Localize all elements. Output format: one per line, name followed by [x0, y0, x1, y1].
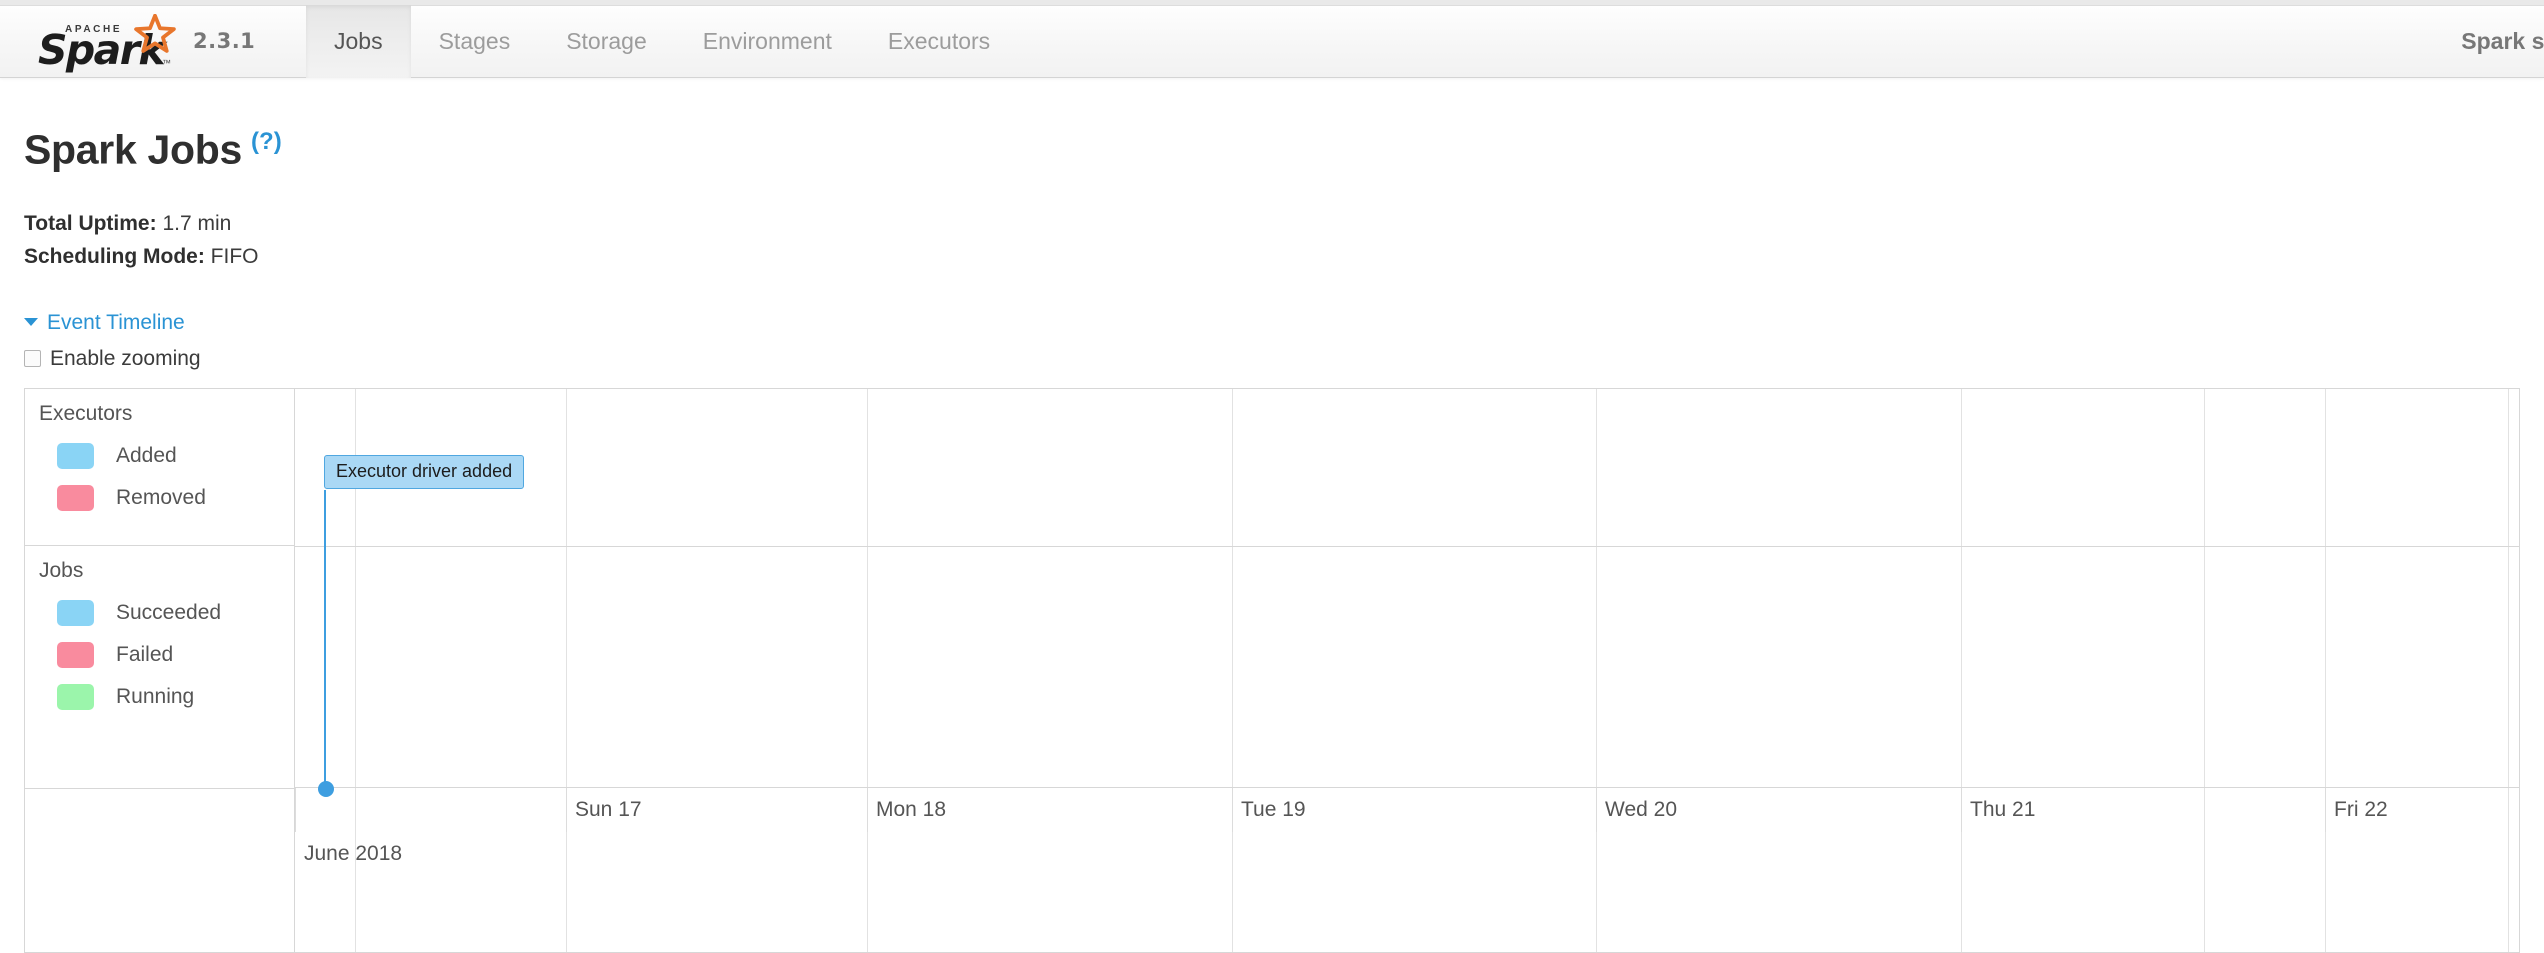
event-timeline-toggle[interactable]: Event Timeline	[24, 311, 185, 334]
axis-label-sun-17: Sun 17	[575, 797, 642, 821]
timeline-axis: Sun 17 Mon 18 Tue 19 Wed 20 Thu 21 Fri 2…	[295, 786, 2519, 952]
event-timeline-toggle-label: Event Timeline	[47, 310, 185, 334]
scheduling-mode-label: Scheduling Mode:	[24, 244, 205, 268]
axis-label-month: June 2018	[304, 841, 403, 865]
enable-zooming-row: Enable zooming	[24, 347, 2544, 371]
axis-label-wed-20: Wed 20	[1605, 797, 1677, 821]
timeline-event-executor-driver-added[interactable]: Executor driver added	[324, 454, 525, 489]
legend-item-job-running: Running	[39, 676, 294, 718]
total-uptime-value: 1.7 min	[162, 211, 232, 235]
tab-jobs[interactable]: Jobs	[306, 5, 411, 78]
legend-label-running: Running	[116, 684, 195, 708]
legend-group-jobs: Jobs Succeeded Failed Running	[25, 546, 294, 789]
page-title-text: Spark Jobs	[24, 126, 243, 173]
enable-zooming-label: Enable zooming	[50, 346, 201, 370]
legend-item-executor-removed: Removed	[39, 477, 294, 519]
event-timeline-toggle-row: Event Timeline	[24, 311, 2544, 335]
axis-label-fri-22: Fri 22	[2334, 797, 2388, 821]
timeline-grid-area: Executor driver added Sun 17 Mon 18 Tue …	[295, 388, 2519, 952]
tab-executors[interactable]: Executors	[860, 5, 1018, 78]
spark-logo-link[interactable]: APACHE Spark ™ 2.3.1	[38, 13, 255, 71]
event-timeline-chart[interactable]: Executor driver added Sun 17 Mon 18 Tue …	[24, 387, 2520, 953]
scheduling-mode-row: Scheduling Mode: FIFO	[24, 240, 2544, 273]
swatch-added-icon	[57, 442, 94, 469]
page-content: Spark Jobs (?) Total Uptime: 1.7 min Sche…	[0, 78, 2544, 953]
logo-tm-text: ™	[162, 58, 171, 68]
legend-label-added: Added	[116, 443, 177, 467]
enable-zooming-checkbox[interactable]	[24, 350, 41, 368]
application-name: Spark shell	[2461, 28, 2544, 54]
legend-label-succeeded: Succeeded	[116, 600, 222, 624]
row-separator	[295, 545, 2519, 547]
total-uptime-label: Total Uptime:	[24, 211, 157, 235]
spark-logo: APACHE Spark ™	[38, 14, 183, 71]
caret-down-icon	[24, 317, 38, 326]
swatch-running-icon	[57, 683, 94, 710]
legend-label-removed: Removed	[116, 485, 206, 509]
axis-label-thu-21: Thu 21	[1970, 797, 2036, 821]
swatch-succeeded-icon	[57, 599, 94, 626]
legend-item-job-failed: Failed	[39, 634, 294, 676]
scheduling-mode-value: FIFO	[210, 244, 259, 268]
total-uptime-row: Total Uptime: 1.7 min	[24, 207, 2544, 240]
navbar: APACHE Spark ™ 2.3.1 Jobs Stages Storage…	[0, 0, 2544, 78]
spark-version-label: 2.3.1	[193, 29, 256, 53]
legend-group-title-executors: Executors	[39, 401, 133, 425]
legend-item-executor-added: Added	[39, 435, 294, 477]
event-connector-line	[324, 489, 326, 789]
legend-group-executors: Executors Added Removed	[25, 389, 294, 546]
legend-item-job-succeeded: Succeeded	[39, 592, 294, 634]
nav-tabs: Jobs Stages Storage Environment Executor…	[306, 5, 1018, 78]
page-title: Spark Jobs (?)	[24, 78, 2544, 171]
axis-label-mon-18: Mon 18	[876, 797, 947, 821]
tab-environment[interactable]: Environment	[675, 5, 860, 78]
job-summary: Total Uptime: 1.7 min Scheduling Mode: F…	[24, 207, 2544, 273]
tab-stages[interactable]: Stages	[411, 5, 539, 78]
swatch-failed-icon	[57, 641, 94, 668]
event-point-marker[interactable]	[318, 780, 334, 797]
legend-label-failed: Failed	[116, 642, 174, 666]
spark-star-icon	[134, 14, 176, 53]
axis-label-tue-19: Tue 19	[1241, 797, 1306, 821]
legend-group-title-jobs: Jobs	[39, 558, 84, 582]
timeline-legend-panel: Executors Added Removed Jobs Succeeded F…	[25, 388, 295, 952]
tab-storage[interactable]: Storage	[538, 5, 675, 78]
help-icon[interactable]: (?)	[251, 128, 282, 155]
navbar-inner: APACHE Spark ™ 2.3.1 Jobs Stages Storage…	[0, 5, 2544, 78]
axis-tick	[295, 787, 296, 832]
swatch-removed-icon	[57, 484, 94, 511]
